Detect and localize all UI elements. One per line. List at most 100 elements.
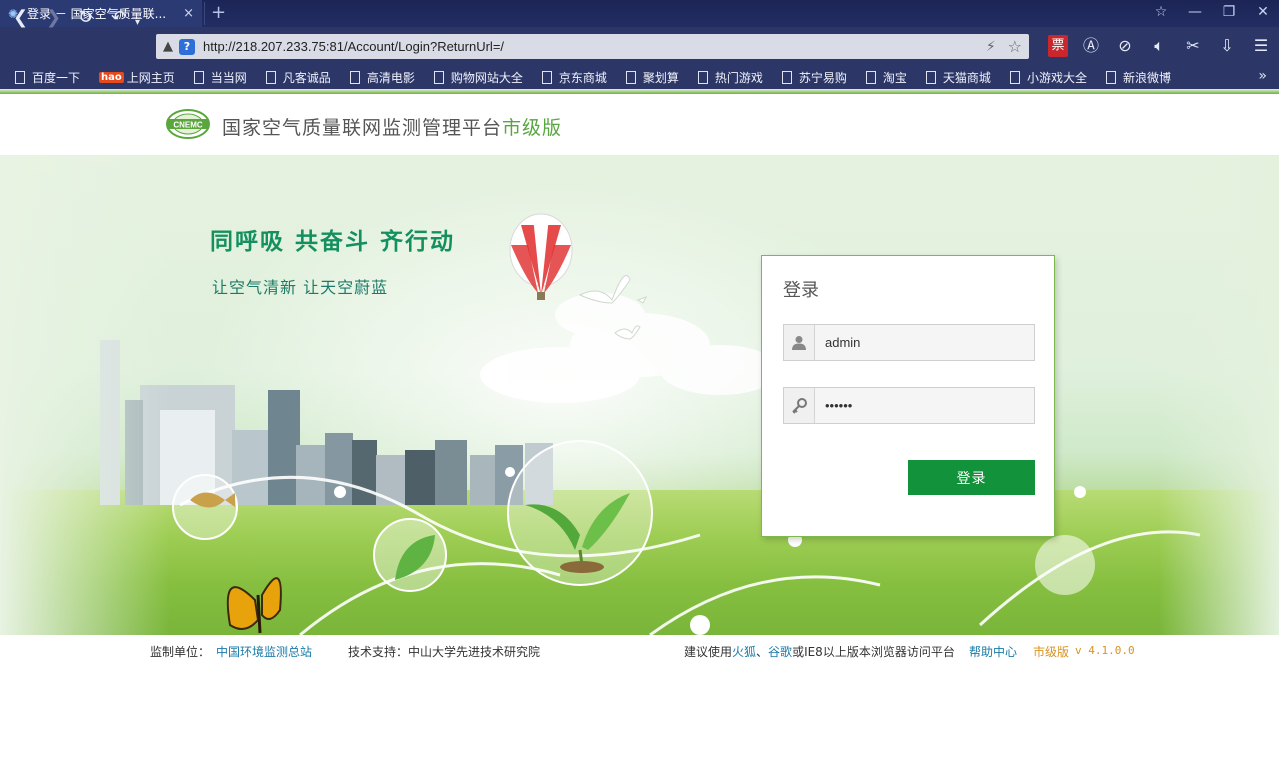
login-button[interactable]: 登录 xyxy=(908,460,1035,495)
site-header: CNEMC 国家空气质量联网监测管理平台市级版 xyxy=(0,94,1279,155)
address-url[interactable]: http://218.207.233.75:81/Account/Login?R… xyxy=(203,39,986,54)
window-controls: ☆ — ❐ ✕ xyxy=(1151,4,1273,20)
firefox-link[interactable]: 火狐 xyxy=(732,645,756,659)
close-window-icon[interactable]: ✕ xyxy=(1253,4,1273,20)
hao123-icon: hao xyxy=(99,71,124,83)
ticket-icon[interactable]: 票 xyxy=(1048,35,1068,57)
chrome-link[interactable]: 谷歌 xyxy=(768,645,792,659)
user-icon xyxy=(784,325,815,360)
bookmark-item[interactable]: hao 上网主页 xyxy=(99,69,175,86)
bookmark-item[interactable]: 淘宝 xyxy=(865,69,907,86)
suggest-suffix: 或IE8以上版本浏览器访问平台 xyxy=(792,645,955,659)
bookmark-label: 淘宝 xyxy=(882,70,907,85)
reload-icon[interactable]: ↻ xyxy=(78,8,93,28)
bookmark-item[interactable]: 购物网站大全 xyxy=(433,69,523,86)
minimize-icon[interactable]: — xyxy=(1185,4,1205,20)
bookmark-item[interactable]: 热门游戏 xyxy=(697,69,763,86)
page-icon xyxy=(15,70,25,84)
bookmark-item[interactable]: 高清电影 xyxy=(349,69,415,86)
hero-slogan: 同呼吸 共奋斗 齐行动 xyxy=(210,229,456,255)
undo-close-icon[interactable]: ↶ xyxy=(111,8,126,28)
bookmark-item[interactable]: 天猫商城 xyxy=(925,69,991,86)
bookmark-label: 小游戏大全 xyxy=(1026,70,1087,85)
footer-supervisor-link[interactable]: 中国环境监测总站 xyxy=(216,643,312,660)
bookmark-item[interactable]: 百度一下 xyxy=(15,69,80,86)
clouds xyxy=(480,293,780,403)
page-icon xyxy=(433,70,444,84)
browser-toolbar: 票 Ⓐ ⊘ 🔈︎ ✂ ⇩ ☰ xyxy=(1048,35,1272,57)
page-icon xyxy=(1009,70,1020,84)
footer-version: v 4.1.0.0 xyxy=(1075,644,1135,657)
undo-dropdown-icon[interactable]: ▾ xyxy=(135,13,140,33)
address-bar[interactable]: ▲ ? http://218.207.233.75:81/Account/Log… xyxy=(156,34,1029,59)
hot-air-balloon-icon xyxy=(509,213,573,300)
tab-close-icon[interactable]: × xyxy=(183,6,194,21)
hero-subslogan: 让空气清新 让天空蔚蓝 xyxy=(212,278,389,297)
login-title: 登录 xyxy=(783,280,819,301)
site-title-main: 国家空气质量联网监测管理平台 xyxy=(222,117,503,139)
hero-banner: 同呼吸 共奋斗 齐行动 让空气清新 让天空蔚蓝 xyxy=(0,155,1279,635)
page-icon xyxy=(865,70,876,84)
bookmark-label: 天猫商城 xyxy=(942,70,991,85)
bookmark-label: 苏宁易购 xyxy=(798,70,847,85)
footer-browser-suggestion: 建议使用火狐、谷歌或IE8以上版本浏览器访问平台 xyxy=(684,643,955,660)
bookmark-item[interactable]: 聚划算 xyxy=(625,69,679,86)
download-icon[interactable]: ⇩ xyxy=(1216,35,1238,57)
username-field[interactable] xyxy=(783,324,1035,361)
shield-icon[interactable]: ? xyxy=(179,38,195,55)
browser-tab-active[interactable]: ✺ 登录 － 国家空气质量联... × xyxy=(0,0,202,27)
bookmarks-bar: 百度一下 hao 上网主页 当当网 凡客诚品 高清电影 购物网站大全 京东商城 聚划算 热门游戏 苏… xyxy=(0,65,1279,89)
skin-icon[interactable]: ☆ xyxy=(1151,4,1171,20)
forward-icon[interactable]: ❯ xyxy=(46,8,61,28)
compass-icon[interactable]: ⊘ xyxy=(1114,35,1136,57)
restore-icon[interactable]: ❐ xyxy=(1219,4,1239,20)
butterfly-icon xyxy=(226,577,282,634)
svg-text:CNEMC: CNEMC xyxy=(173,121,203,130)
hero-fade-left xyxy=(0,155,170,635)
footer-edition: 市级版 xyxy=(1033,645,1070,659)
bookmark-label: 新浪微博 xyxy=(1122,70,1171,85)
footer-supervisor-label: 监制单位： xyxy=(150,645,211,659)
bookmark-item[interactable]: 新浪微博 xyxy=(1105,69,1171,86)
bookmark-label: 高清电影 xyxy=(366,70,415,85)
bookmark-star-icon[interactable]: ☆ xyxy=(1008,37,1022,56)
login-panel: 登录 登录 xyxy=(761,255,1055,537)
scissors-icon[interactable]: ✂ xyxy=(1182,35,1204,57)
bookmark-label: 热门游戏 xyxy=(714,70,763,85)
bookmark-item[interactable]: 苏宁易购 xyxy=(781,69,847,86)
bookmark-label: 当当网 xyxy=(210,70,247,85)
bookmark-label: 购物网站大全 xyxy=(450,70,523,85)
bookmark-item[interactable]: 小游戏大全 xyxy=(1009,69,1087,86)
adblock-icon[interactable]: Ⓐ xyxy=(1080,35,1102,57)
new-tab-button[interactable]: + xyxy=(204,2,232,25)
back-icon[interactable]: ❮ xyxy=(13,8,28,28)
bookmark-item[interactable]: 京东商城 xyxy=(541,69,607,86)
page-icon xyxy=(781,70,792,84)
browser-tab-bar: ✺ 登录 － 国家空气质量联... × + ☆ — ❐ ✕ xyxy=(0,0,1279,27)
page-icon xyxy=(541,70,552,84)
cnemc-logo-icon: CNEMC xyxy=(166,109,210,139)
sound-icon[interactable]: 🔈︎ xyxy=(1148,35,1170,57)
suggest-prefix: 建议使用 xyxy=(684,645,733,659)
username-input[interactable] xyxy=(816,325,1034,360)
bookmarks-more-icon[interactable]: » xyxy=(1258,68,1267,84)
site-title-version: 市级版 xyxy=(502,117,563,139)
help-center-link[interactable]: 帮助中心 xyxy=(969,643,1017,660)
bookmark-item[interactable]: 凡客诚品 xyxy=(265,69,331,86)
menu-icon[interactable]: ☰ xyxy=(1250,35,1272,57)
bookmark-label: 百度一下 xyxy=(32,70,81,85)
page-icon xyxy=(697,70,708,84)
page-icon xyxy=(265,70,276,84)
bookmark-label: 聚划算 xyxy=(642,70,679,85)
page-icon xyxy=(349,70,360,84)
hero-fade-right xyxy=(1159,155,1279,635)
hero-illustration xyxy=(100,213,1201,635)
speed-mode-icon[interactable]: ⚡ xyxy=(986,39,996,55)
page-icon xyxy=(925,70,936,84)
security-icon[interactable]: ▲ xyxy=(163,39,173,54)
password-field[interactable] xyxy=(783,387,1035,424)
bookmark-item[interactable]: 当当网 xyxy=(193,69,247,86)
key-icon xyxy=(784,388,815,423)
page-icon xyxy=(625,70,636,84)
password-input[interactable] xyxy=(816,388,1034,423)
